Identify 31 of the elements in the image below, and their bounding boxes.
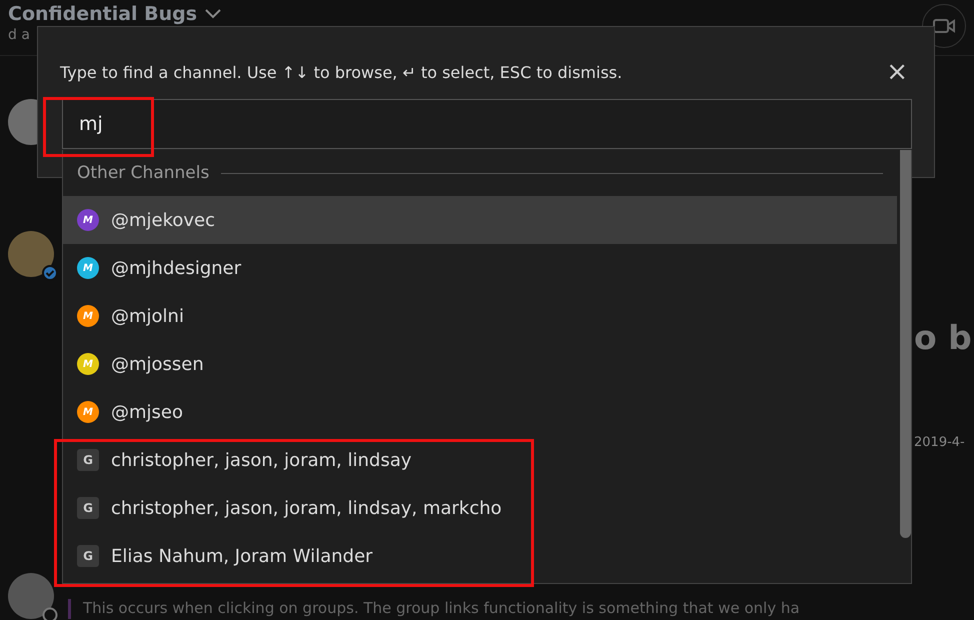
switcher-hint: Type to find a channel. Use ↑↓ to browse, ↵ to select, ESC to dismiss. — [60, 62, 622, 82]
group-icon: G — [77, 449, 99, 471]
user-initial-icon: M — [77, 353, 99, 375]
channel-purpose: d a — [8, 27, 31, 43]
chevron-down-icon[interactable] — [205, 9, 222, 19]
user-initial-icon: M — [77, 209, 99, 231]
close-button[interactable]: × — [886, 59, 908, 85]
scrollbar-thumb[interactable] — [900, 150, 911, 538]
user-initial-icon: M — [77, 257, 99, 279]
user-initial-icon: M — [77, 401, 99, 423]
avatar — [8, 231, 54, 277]
search-field[interactable]: mj — [62, 99, 912, 149]
direct-message-item[interactable]: M @mjolni — [63, 292, 897, 340]
direct-message-item[interactable]: M @mjossen — [63, 340, 897, 388]
message-text: This occurs when clicking on groups. The group links functionality is something that we only ha — [68, 599, 800, 619]
section-heading: Other Channels — [77, 163, 210, 183]
group-channel-item[interactable]: G christopher, jason, joram, lindsay — [63, 436, 897, 484]
post-date: 2019-4- — [914, 435, 966, 450]
direct-message-item[interactable]: M @mjhdesigner — [63, 244, 897, 292]
group-channel-item[interactable]: G christopher, jason, joram, lindsay, markcho — [63, 484, 897, 532]
group-channel-item[interactable]: G Elias Nahum, Joram Wilander — [63, 532, 897, 580]
status-icon — [42, 607, 58, 620]
direct-message-item[interactable]: M @mjseo — [63, 388, 897, 436]
verified-badge-icon — [42, 265, 58, 281]
post-heading: o b — [914, 318, 973, 357]
channel-title[interactable]: Confidential Bugs — [8, 3, 198, 25]
user-initial-icon: M — [77, 305, 99, 327]
group-icon: G — [77, 497, 99, 519]
group-icon: G — [77, 545, 99, 567]
direct-message-item[interactable]: M @mjekovec — [63, 196, 897, 244]
avatar — [8, 573, 54, 619]
